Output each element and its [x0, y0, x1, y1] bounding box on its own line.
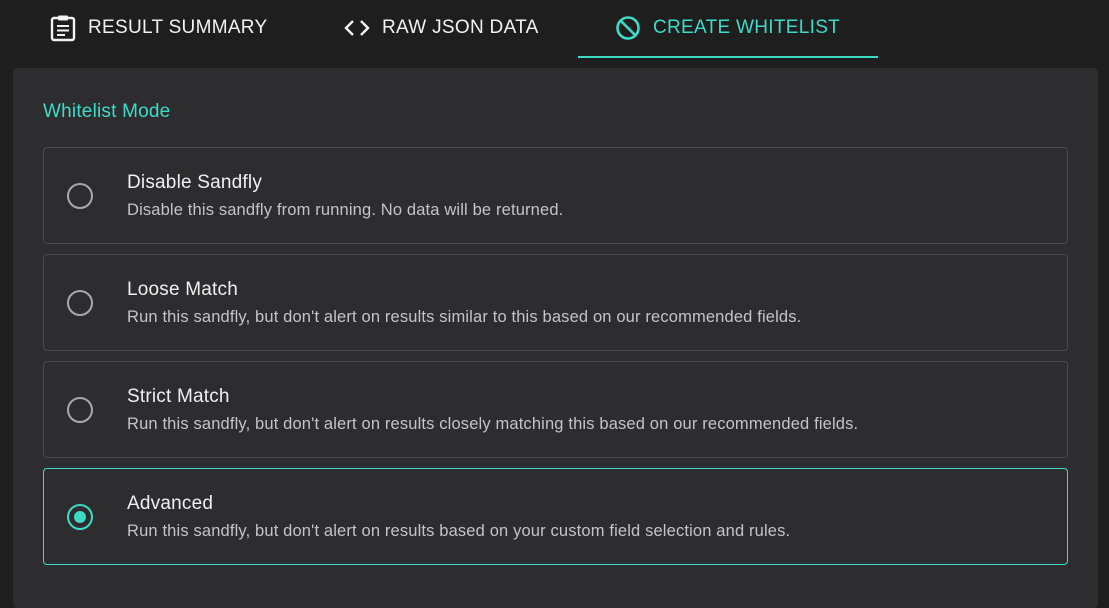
option-title: Loose Match [127, 279, 238, 301]
option-description: Run this sandfly, but don't alert on res… [127, 415, 858, 434]
tab-raw-json-data[interactable]: RAW JSON DATA [344, 0, 539, 56]
tab-label: CREATE WHITELIST [653, 17, 840, 39]
option-title: Strict Match [127, 386, 230, 408]
radio-button[interactable] [67, 397, 93, 423]
option-strict-match[interactable]: Strict Match Run this sandfly, but don't… [43, 361, 1068, 458]
tab-result-summary[interactable]: RESULT SUMMARY [50, 0, 267, 56]
option-description: Run this sandfly, but don't alert on res… [127, 308, 801, 327]
tab-create-whitelist[interactable]: CREATE WHITELIST [578, 0, 878, 58]
radio-button-selected[interactable] [67, 504, 93, 530]
option-description: Disable this sandfly from running. No da… [127, 201, 563, 220]
option-title: Disable Sandfly [127, 172, 262, 194]
code-icon [344, 18, 370, 38]
radio-button[interactable] [67, 183, 93, 209]
tab-label: RAW JSON DATA [382, 17, 539, 39]
option-title: Advanced [127, 493, 213, 515]
option-advanced[interactable]: Advanced Run this sandfly, but don't ale… [43, 468, 1068, 565]
option-disable-sandfly[interactable]: Disable Sandfly Disable this sandfly fro… [43, 147, 1068, 244]
whitelist-mode-title: Whitelist Mode [43, 101, 170, 123]
tab-label: RESULT SUMMARY [88, 17, 267, 39]
radio-button[interactable] [67, 290, 93, 316]
option-description: Run this sandfly, but don't alert on res… [127, 522, 790, 541]
clipboard-icon [50, 14, 76, 42]
tab-bar: RESULT SUMMARY RAW JSON DATA CREATE WHIT… [0, 0, 1109, 58]
whitelist-panel: Whitelist Mode Disable Sandfly Disable t… [13, 68, 1098, 608]
block-icon [615, 15, 641, 41]
option-loose-match[interactable]: Loose Match Run this sandfly, but don't … [43, 254, 1068, 351]
